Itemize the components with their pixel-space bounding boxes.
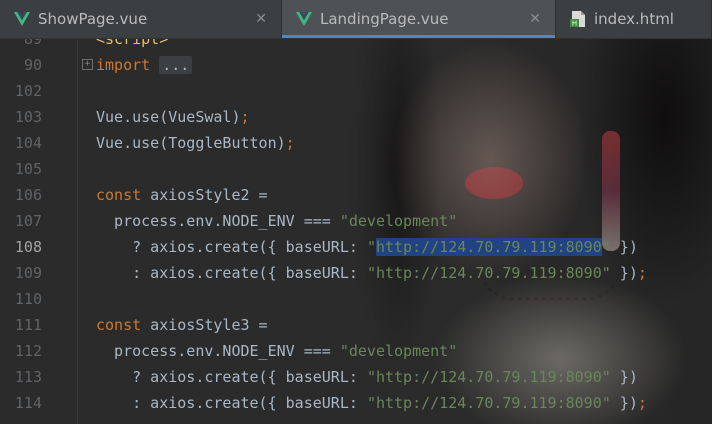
code-text: import ... bbox=[96, 52, 193, 78]
code-token: }) bbox=[610, 238, 638, 256]
code-text: Vue.use(VueSwal); bbox=[96, 104, 250, 130]
code-line[interactable]: 113 ? axios.create({ baseURL: "http://12… bbox=[0, 364, 712, 390]
code-line[interactable]: 106 const axiosStyle2 = bbox=[0, 182, 712, 208]
code-line[interactable]: 105 bbox=[0, 156, 712, 182]
line-number: 106 bbox=[14, 186, 42, 204]
line-number: 90 bbox=[23, 56, 42, 74]
line-number: 111 bbox=[14, 316, 42, 334]
code-text: ? axios.create({ baseURL: "http://124.70… bbox=[96, 234, 638, 260]
editor-tab-bar: ShowPage.vue ✕ LandingPage.vue ✕ H index… bbox=[0, 0, 712, 39]
line-number: 109 bbox=[14, 264, 42, 282]
code-line[interactable]: 107 process.env.NODE_ENV === "developmen… bbox=[0, 208, 712, 234]
code-line[interactable]: 108 ? axios.create({ baseURL: "http://12… bbox=[0, 234, 712, 260]
code-line[interactable]: 109 : axios.create({ baseURL: "http://12… bbox=[0, 260, 712, 286]
tab-label: ShowPage.vue bbox=[38, 10, 148, 28]
vue-icon bbox=[14, 12, 30, 26]
code-token: }) bbox=[610, 394, 638, 412]
code-text: const axiosStyle2 = bbox=[96, 182, 268, 208]
code-line[interactable]: 110 bbox=[0, 286, 712, 312]
line-number: 103 bbox=[14, 108, 42, 126]
code-token: " bbox=[366, 238, 376, 256]
code-token: "http://124.70.79.119:8090" bbox=[366, 264, 611, 282]
code-token: http://124.70.79.119:8090 bbox=[375, 238, 602, 256]
code-text: process.env.NODE_ENV === "development" bbox=[96, 208, 457, 234]
code-text: process.env.NODE_ENV === "development" bbox=[96, 338, 457, 364]
code-token: "development" bbox=[339, 342, 458, 360]
code-line[interactable]: 90 + import ... bbox=[0, 52, 712, 78]
code-token: process.env.NODE_ENV === bbox=[96, 212, 340, 230]
line-number: 112 bbox=[14, 342, 42, 360]
code-token: process.env.NODE_ENV === bbox=[96, 342, 340, 360]
html-file-icon: H bbox=[570, 11, 585, 28]
code-text: <script> bbox=[96, 39, 168, 52]
code-token: : axios.create({ baseURL: bbox=[96, 264, 367, 282]
code-token: axiosStyle2 = bbox=[141, 186, 268, 204]
code-token: ; bbox=[285, 134, 295, 152]
code-line[interactable]: 102 bbox=[0, 78, 712, 104]
code-token: Vue.use(VueSwal) bbox=[96, 108, 241, 126]
code-token: " bbox=[601, 238, 611, 256]
code-line[interactable]: 111 const axiosStyle3 = bbox=[0, 312, 712, 338]
code-token: ; bbox=[240, 108, 250, 126]
code-editor[interactable]: 89 <script> 90 + import ... 102 103 Vue.use(Vue… bbox=[0, 39, 712, 424]
code-line[interactable]: 114 : axios.create({ baseURL: "http://12… bbox=[0, 390, 712, 416]
folded-region-chip[interactable]: ... bbox=[159, 56, 193, 74]
code-line[interactable]: 103 Vue.use(VueSwal); bbox=[0, 104, 712, 130]
code-token: ; bbox=[637, 394, 647, 412]
close-icon[interactable]: ✕ bbox=[525, 11, 545, 27]
code-text: : axios.create({ baseURL: "http://124.70… bbox=[96, 260, 647, 286]
line-number: 104 bbox=[14, 134, 42, 152]
code-token: : axios.create({ baseURL: bbox=[96, 394, 367, 412]
line-number: 108 bbox=[14, 238, 42, 256]
svg-text:H: H bbox=[572, 20, 577, 28]
tab-landingpage[interactable]: LandingPage.vue ✕ bbox=[282, 0, 556, 38]
code-token: "http://124.70.79.119:8090" bbox=[366, 394, 611, 412]
fold-toggle-icon[interactable]: + bbox=[82, 59, 93, 70]
code-token: "http://124.70.79.119:8090" bbox=[366, 368, 611, 386]
code-token: ? axios.create({ baseURL: bbox=[96, 368, 367, 386]
tab-index-html[interactable]: H index.html bbox=[556, 0, 712, 38]
code-token: }) bbox=[610, 368, 638, 386]
line-number: 89 bbox=[23, 39, 42, 48]
code-token: }) bbox=[610, 264, 638, 282]
tab-label: LandingPage.vue bbox=[320, 10, 449, 28]
code-text: : axios.create({ baseURL: "http://124.70… bbox=[96, 390, 647, 416]
line-number: 105 bbox=[14, 160, 42, 178]
line-number: 114 bbox=[14, 394, 42, 412]
code-token: ? axios.create({ baseURL: bbox=[96, 238, 367, 256]
code-line[interactable]: 89 <script> bbox=[0, 39, 712, 52]
line-number: 110 bbox=[14, 290, 42, 308]
code-token: <script> bbox=[96, 39, 169, 48]
code-token: const bbox=[96, 186, 142, 204]
vue-icon bbox=[296, 12, 312, 26]
tab-label: index.html bbox=[594, 10, 674, 28]
line-number: 113 bbox=[14, 368, 42, 386]
code-text: ? axios.create({ baseURL: "http://124.70… bbox=[96, 364, 638, 390]
line-number: 102 bbox=[14, 82, 42, 100]
code-token: ; bbox=[637, 264, 647, 282]
code-text: const axiosStyle3 = bbox=[96, 312, 268, 338]
tab-showpage[interactable]: ShowPage.vue ✕ bbox=[0, 0, 282, 38]
code-line[interactable]: 104 Vue.use(ToggleButton); bbox=[0, 130, 712, 156]
code-token: Vue.use(ToggleButton) bbox=[96, 134, 286, 152]
close-icon[interactable]: ✕ bbox=[251, 11, 271, 27]
line-number: 107 bbox=[14, 212, 42, 230]
code-token: import bbox=[96, 56, 151, 74]
code-token: axiosStyle3 = bbox=[141, 316, 268, 334]
code-token: "development" bbox=[339, 212, 458, 230]
code-token: const bbox=[96, 316, 142, 334]
code-line[interactable]: 112 process.env.NODE_ENV === "developmen… bbox=[0, 338, 712, 364]
code-text: Vue.use(ToggleButton); bbox=[96, 130, 295, 156]
